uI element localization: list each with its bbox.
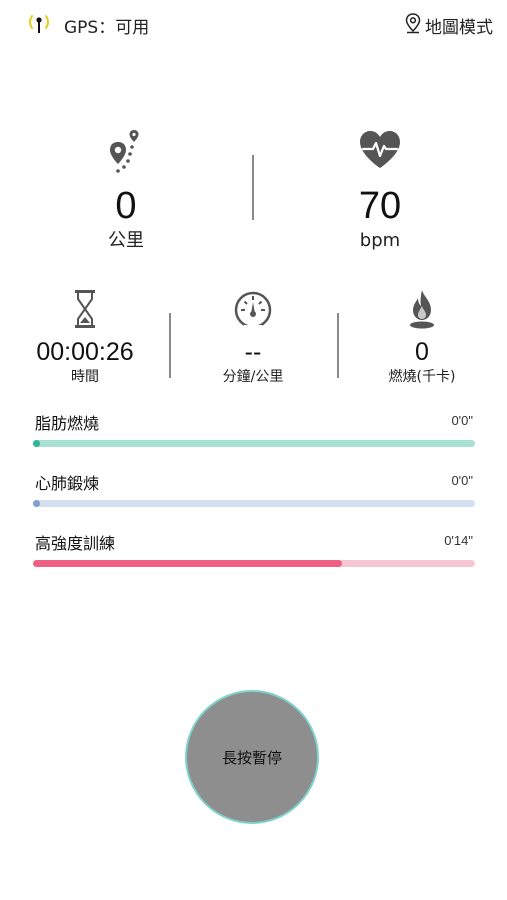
calories-stat: 0 燃燒(千卡): [342, 288, 502, 386]
zone-progress-marker: [33, 500, 40, 507]
pace-value: --: [244, 338, 262, 366]
zone-time: 0'0": [451, 413, 473, 428]
stat-divider: [252, 155, 254, 220]
distance-value: 0: [115, 185, 137, 227]
map-mode-button[interactable]: 地圖模式: [404, 12, 493, 38]
long-press-pause-button[interactable]: 長按暫停: [185, 690, 319, 824]
gps-status-label: GPS：可用: [64, 17, 150, 38]
duration-value: 00:00:26: [36, 338, 134, 366]
zone-progress-bar: [33, 440, 475, 447]
pace-label: 分鐘/公里: [222, 369, 284, 385]
zone-time: 0'0": [451, 473, 473, 488]
route-icon: [26, 128, 226, 176]
stat-divider: [169, 313, 171, 378]
stat-divider: [337, 313, 339, 378]
gps-status: GPS：可用: [26, 12, 149, 38]
duration-stat: 00:00:26 時間: [5, 288, 165, 386]
heart-rate-unit: bpm: [359, 230, 401, 251]
calories-label: 燃燒(千卡): [388, 369, 456, 385]
map-mode-label: 地圖模式: [425, 17, 493, 38]
gps-signal-icon: [26, 11, 52, 40]
heart-pulse-icon: [280, 128, 480, 176]
zone-high-intensity: 高強度訓練 0'14": [33, 530, 475, 578]
duration-label: 時間: [71, 369, 99, 385]
flame-icon: [342, 288, 502, 332]
distance-stat: 0 公里: [26, 128, 226, 252]
zone-fat-burn: 脂肪燃燒 0'0": [33, 410, 475, 458]
map-pin-icon: [404, 12, 422, 39]
zone-progress-fill: [33, 560, 343, 567]
pace-stat: -- 分鐘/公里: [173, 288, 333, 386]
distance-unit: 公里: [108, 230, 144, 251]
heart-rate-stat: 70 bpm: [280, 128, 480, 252]
hourglass-icon: [5, 288, 165, 332]
zone-progress-marker: [33, 440, 40, 447]
calories-value: 0: [415, 338, 429, 366]
pause-button-label: 長按暫停: [221, 748, 282, 767]
heart-rate-value: 70: [358, 185, 402, 227]
zone-progress-bar: [33, 500, 475, 507]
zone-progress-bar: [33, 560, 475, 567]
zone-time: 0'14": [444, 533, 473, 548]
speedometer-icon: [173, 288, 333, 332]
zone-label: 高強度訓練: [35, 534, 116, 553]
zone-label: 心肺鍛煉: [35, 474, 100, 493]
zone-label: 脂肪燃燒: [35, 414, 100, 433]
zone-cardio: 心肺鍛煉 0'0": [33, 470, 475, 518]
